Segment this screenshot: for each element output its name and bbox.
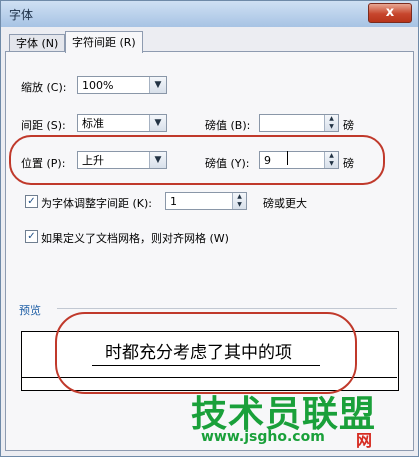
kerning-label: 为字体调整字间距 (K): [41, 197, 152, 210]
scale-select[interactable]: 100% ▼ [77, 76, 167, 94]
scale-label: 缩放 (C): [21, 81, 67, 94]
spacing-select[interactable]: 标准 ▼ [77, 114, 167, 132]
grid-checkbox[interactable]: ✓ [25, 230, 38, 243]
watermark-extra: 网 [356, 431, 373, 450]
spin-arrows-icon[interactable]: ▲ ▼ [324, 115, 338, 131]
kerning-checkbox[interactable]: ✓ [25, 195, 38, 208]
font-dialog: 字体 x 字体 (N) 字符间距 (R) 缩放 (C): 100% ▼ 间距 (… [0, 0, 419, 457]
preview-divider [57, 308, 397, 309]
kerning-suffix: 磅或更大 [263, 197, 307, 210]
preview-highlight-ellipse [55, 312, 357, 394]
title-bar: 字体 x [1, 1, 418, 27]
tab-font[interactable]: 字体 (N) [9, 34, 66, 52]
spacing-amount-spinner[interactable]: ▲ ▼ [259, 114, 339, 132]
spacing-label: 间距 (S): [21, 119, 66, 132]
watermark-url: www.jsgho.com [201, 429, 325, 445]
spacing-amount-label: 磅值 (B): [205, 119, 251, 132]
chevron-down-icon: ▼ [149, 115, 166, 131]
window-title: 字体 [9, 8, 34, 22]
kerning-spinner[interactable]: 1 ▲ ▼ [165, 192, 247, 210]
kerning-value: 1 [170, 195, 177, 208]
spacing-value: 标准 [82, 117, 104, 130]
chevron-down-icon: ▼ [149, 77, 166, 93]
spacing-unit: 磅 [343, 119, 354, 132]
highlight-ellipse [9, 135, 385, 185]
preview-label: 预览 [19, 304, 41, 317]
scale-value: 100% [82, 79, 114, 92]
spin-arrows-icon[interactable]: ▲ ▼ [232, 193, 246, 209]
grid-label: 如果定义了文档网格，则对齐网格 (W) [41, 232, 229, 245]
close-button[interactable]: x [368, 3, 412, 23]
tab-character-spacing[interactable]: 字符间距 (R) [65, 31, 143, 53]
